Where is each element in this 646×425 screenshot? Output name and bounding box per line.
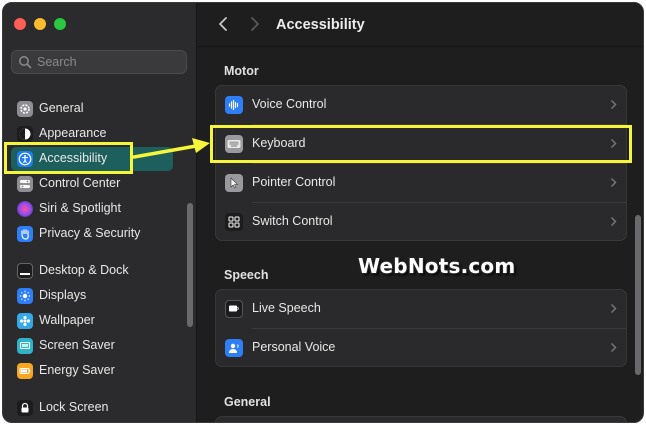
row-label: Switch Control [252, 214, 333, 228]
sidebar-item-wallpaper[interactable]: Wallpaper [11, 309, 173, 333]
section-title-speech: Speech [224, 268, 269, 282]
sidebar-item-energy-saver[interactable]: Energy Saver [11, 359, 173, 383]
watermark: WebNots.com [358, 254, 516, 278]
sidebar-item-label: Lock Screen [39, 400, 109, 414]
wallpaper-icon [17, 313, 33, 329]
accessibility-highlight-box [4, 142, 133, 174]
annotation-arrow-icon [132, 138, 210, 159]
chevron-right-icon [611, 343, 617, 352]
pointer-icon [225, 174, 243, 192]
sidebar-item-label: Siri & Spotlight [39, 201, 121, 215]
sidebar: Search General Appearance Accessibility [3, 3, 197, 422]
personal-voice-icon [225, 339, 243, 357]
live-speech-icon [225, 300, 243, 318]
row-personal-voice[interactable]: Personal Voice [216, 329, 626, 366]
row-live-speech[interactable]: Live Speech [216, 290, 626, 328]
page-title: Accessibility [276, 17, 365, 33]
lock-icon [17, 400, 33, 416]
forward-chevron-icon[interactable] [247, 16, 261, 32]
row-label: Live Speech [252, 301, 321, 315]
sidebar-item-label: Desktop & Dock [39, 263, 129, 277]
settings-window: Search General Appearance Accessibility [2, 2, 644, 423]
screen-saver-icon [17, 338, 33, 354]
motor-group: Voice Control Keyboard Pointer Control S… [215, 85, 627, 241]
sidebar-item-control-center[interactable]: Control Center [11, 172, 173, 196]
row-label: Pointer Control [252, 175, 336, 189]
minimize-window-button[interactable] [34, 18, 46, 30]
switch-control-icon [225, 213, 243, 231]
row-label: Voice Control [252, 97, 327, 111]
speech-group: Live Speech Personal Voice [215, 289, 627, 367]
close-window-button[interactable] [14, 18, 26, 30]
row-switch-control[interactable]: Switch Control [216, 203, 626, 240]
search-icon [19, 56, 32, 69]
sidebar-item-label: Appearance [39, 126, 107, 140]
row-pointer-control[interactable]: Pointer Control [216, 164, 626, 202]
section-title-motor: Motor [224, 64, 259, 78]
battery-icon [17, 363, 33, 379]
sidebar-item-label: Energy Saver [39, 363, 115, 377]
gear-icon [17, 101, 33, 117]
chevron-right-icon [611, 100, 617, 109]
sidebar-item-general[interactable]: General [11, 97, 173, 121]
appearance-icon [17, 126, 33, 142]
row-voice-control[interactable]: Voice Control [216, 86, 626, 124]
chevron-right-icon [611, 217, 617, 226]
search-field[interactable]: Search [11, 50, 187, 74]
row-label: Personal Voice [252, 340, 336, 354]
sidebar-item-siri-spotlight[interactable]: Siri & Spotlight [11, 197, 173, 221]
sidebar-item-label: Displays [39, 288, 87, 302]
back-chevron-icon[interactable] [217, 16, 231, 32]
displays-icon [17, 288, 33, 304]
sidebar-item-label: Screen Saver [39, 338, 115, 352]
chevron-right-icon [611, 304, 617, 313]
sidebar-item-privacy-security[interactable]: Privacy & Security [11, 222, 173, 246]
chevron-right-icon [611, 178, 617, 187]
sidebar-item-desktop-dock[interactable]: Desktop & Dock [11, 259, 173, 283]
sidebar-scrollbar[interactable] [187, 203, 193, 327]
section-title-general: General [224, 395, 271, 409]
sidebar-item-label: Control Center [39, 176, 121, 190]
sidebar-item-lock-screen[interactable]: Lock Screen [11, 396, 173, 420]
sidebar-item-label: Privacy & Security [39, 226, 141, 240]
search-placeholder: Search [37, 55, 77, 69]
main-scrollbar[interactable] [635, 215, 641, 375]
sidebar-item-displays[interactable]: Displays [11, 284, 173, 308]
control-center-icon [17, 176, 33, 192]
toolbar: Accessibility [197, 3, 643, 47]
voice-control-icon [225, 96, 243, 114]
sidebar-item-label: Wallpaper [39, 313, 95, 327]
main-pane: Accessibility Motor Voice Control Keyboa… [197, 3, 643, 422]
hand-icon [17, 226, 33, 242]
dock-icon [17, 263, 33, 279]
keyboard-highlight-box [210, 125, 632, 163]
sidebar-item-label: General [39, 101, 84, 115]
siri-icon [17, 201, 33, 217]
general-group [215, 416, 627, 422]
zoom-window-button[interactable] [54, 18, 66, 30]
sidebar-item-screen-saver[interactable]: Screen Saver [11, 334, 173, 358]
